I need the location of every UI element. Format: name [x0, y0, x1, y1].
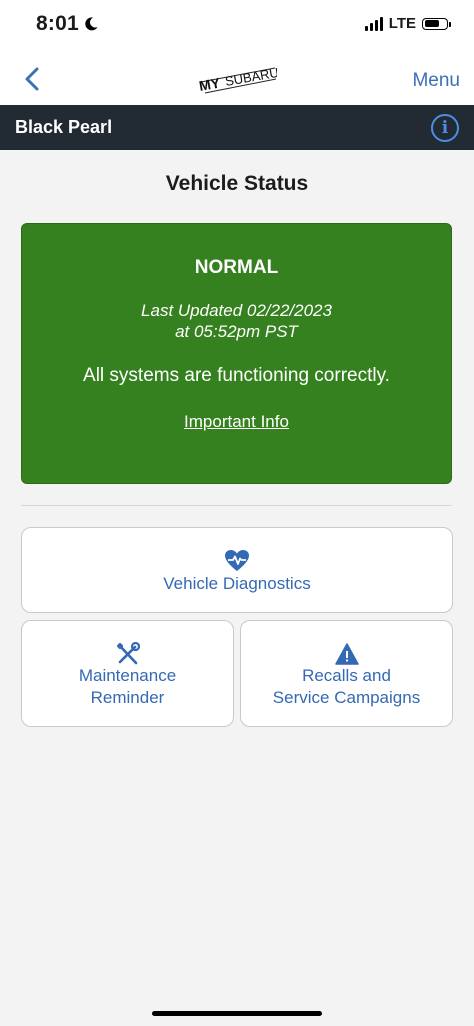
vehicle-status-card: NORMAL Last Updated 02/22/2023 at 05:52p… — [21, 223, 452, 484]
maintenance-reminder-label: Maintenance Reminder — [78, 666, 177, 707]
chevron-left-icon[interactable] — [22, 66, 44, 92]
status-bar: 8:01 LTE — [0, 0, 474, 52]
heart-pulse-icon — [225, 550, 249, 571]
vehicle-diagnostics-label: Vehicle Diagnostics — [163, 574, 311, 593]
svg-text:SUBARU: SUBARU — [224, 65, 277, 89]
tools-icon — [116, 642, 140, 665]
moon-icon — [85, 17, 98, 31]
recalls-service-campaigns-button[interactable]: Recalls and Service Campaigns — [240, 620, 453, 727]
page-title: Vehicle Status — [165, 172, 309, 195]
home-indicator — [152, 1011, 322, 1016]
network-label: LTE — [388, 15, 416, 32]
divider — [21, 505, 452, 506]
vehicle-diagnostics-button[interactable]: Vehicle Diagnostics — [21, 527, 453, 613]
last-updated-date: Last Updated 02/22/2023 — [141, 301, 332, 320]
last-updated-time: at 05:52pm PST — [175, 322, 298, 341]
maintenance-reminder-button[interactable]: Maintenance Reminder — [21, 620, 234, 727]
important-info-link[interactable]: Important Info — [22, 412, 451, 432]
svg-text:MY: MY — [199, 74, 222, 94]
clock-text: 8:01 — [36, 12, 79, 35]
status-time: 8:01 — [36, 12, 99, 36]
battery-icon — [422, 17, 451, 30]
signal-icon — [364, 16, 383, 31]
warning-icon — [334, 643, 359, 665]
mysubaru-logo: MY SUBARU — [199, 65, 277, 94]
vehicle-name: Black Pearl — [15, 117, 113, 137]
menu-button[interactable]: Menu — [412, 70, 460, 92]
vehicle-header: Black Pearl i — [0, 105, 474, 150]
info-icon[interactable]: i — [431, 114, 459, 142]
status-level: NORMAL — [194, 257, 279, 278]
status-indicators: LTE — [364, 15, 451, 32]
recalls-service-campaigns-label: Recalls and Service Campaigns — [272, 666, 421, 707]
status-message: All systems are functioning correctly. — [83, 365, 390, 386]
nav-bar: MY SUBARU Menu — [0, 52, 474, 105]
